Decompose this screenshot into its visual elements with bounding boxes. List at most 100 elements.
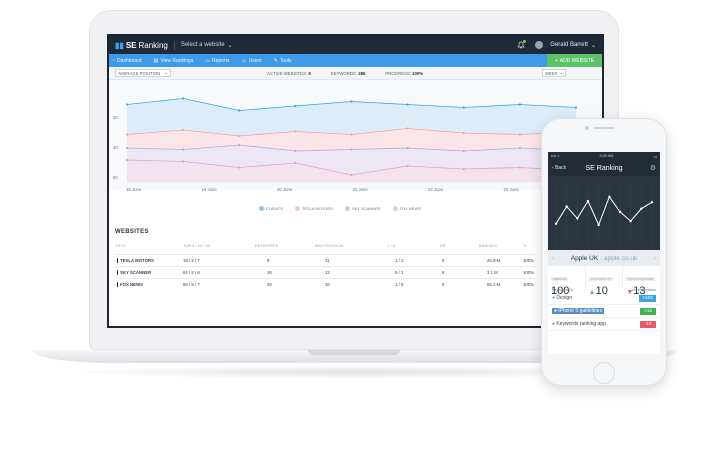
data-point[interactable] bbox=[406, 164, 409, 168]
gear-icon[interactable]: ⚙ bbox=[650, 164, 656, 172]
data-point[interactable] bbox=[462, 149, 465, 153]
logo[interactable]: ▮▮ SE Ranking bbox=[115, 41, 168, 50]
progress-label: PROGRESS: bbox=[385, 70, 411, 76]
top-positions: 19 / 2 / 7 bbox=[183, 258, 200, 263]
legend-item[interactable]: CLIENTS bbox=[259, 206, 283, 212]
plus-icon: + bbox=[554, 57, 558, 64]
table-row[interactable]: SKY SCANNER 84 / 2 / 6 26 12 5 / 1 8 3.1 M 100% bbox=[115, 266, 535, 277]
website-selector[interactable]: Select a website ⌄ bbox=[181, 42, 233, 49]
data-point[interactable] bbox=[518, 133, 521, 136]
data-point[interactable] bbox=[182, 97, 185, 100]
data-point[interactable] bbox=[125, 158, 129, 162]
nav-users[interactable]: ☺ Users bbox=[241, 58, 261, 64]
add-website-button[interactable]: + ADD WEBSITE bbox=[547, 54, 602, 67]
data-point[interactable] bbox=[462, 167, 465, 171]
data-point[interactable] bbox=[608, 195, 611, 198]
col-top: TOP 5 / 10 / 30 bbox=[183, 243, 210, 248]
nav-tools[interactable]: ✎ Tools bbox=[274, 58, 292, 64]
table-row[interactable]: TESLA MOTORS 19 / 2 / 7 9 11 1 / 2 8 25.9 M 100… bbox=[115, 254, 535, 265]
data-point[interactable] bbox=[406, 146, 409, 150]
data-point[interactable] bbox=[518, 146, 521, 150]
data-point[interactable] bbox=[586, 199, 590, 203]
x-tick-label: 23 June bbox=[503, 187, 519, 192]
phone-series-line bbox=[555, 195, 653, 227]
data-point[interactable] bbox=[518, 166, 521, 169]
bullet-icon: ● bbox=[552, 295, 556, 301]
metric-select[interactable]: AVERAGE POSITION ⌄ bbox=[115, 69, 171, 77]
data-point[interactable] bbox=[554, 222, 558, 225]
data-point[interactable] bbox=[576, 217, 579, 220]
data-point[interactable] bbox=[350, 173, 353, 177]
data-point[interactable] bbox=[618, 210, 622, 214]
add-website-label: ADD WEBSITE bbox=[559, 57, 595, 64]
nav-reports[interactable]: ▭ Reports bbox=[205, 58, 229, 64]
data-point[interactable] bbox=[294, 149, 297, 153]
phone-chart-svg bbox=[554, 182, 654, 244]
nav-dashboard[interactable]: ◔ Dashboard bbox=[112, 58, 142, 64]
data-point[interactable] bbox=[238, 143, 241, 147]
data-point[interactable] bbox=[406, 127, 409, 130]
user-name: Gerald Barrett bbox=[550, 42, 588, 48]
data-point[interactable] bbox=[238, 166, 241, 169]
legend-item[interactable]: TESLA MOTORS bbox=[294, 206, 333, 212]
data-point[interactable] bbox=[462, 106, 465, 109]
data-point[interactable] bbox=[350, 133, 353, 136]
keyword-label: Keywords ranking app bbox=[556, 321, 606, 327]
avg-position: 10 bbox=[325, 282, 330, 287]
legend-label: CLIENTS bbox=[266, 206, 283, 211]
col-title: TITLE bbox=[115, 243, 126, 248]
home-button[interactable] bbox=[593, 362, 615, 384]
metric-up: POSITIONS UP ▲10 bbox=[586, 266, 624, 297]
data-point[interactable] bbox=[182, 128, 185, 132]
data-point[interactable] bbox=[238, 134, 241, 138]
data-point[interactable] bbox=[640, 207, 643, 210]
logo-prefix: SE bbox=[125, 40, 137, 50]
page-rank: 8 bbox=[442, 282, 445, 287]
keyword-row[interactable]: ● iPhone 5 guidelines +12 bbox=[548, 305, 660, 318]
data-point[interactable] bbox=[350, 100, 353, 103]
data-point[interactable] bbox=[182, 148, 185, 151]
data-point[interactable] bbox=[125, 133, 129, 136]
col-pct: % bbox=[523, 243, 527, 248]
data-point[interactable] bbox=[462, 131, 465, 135]
data-point[interactable] bbox=[565, 205, 568, 208]
table-row[interactable]: FOX NEWS 55 / 5 / 7 26 10 1 / 9 8 55.2 M 100% bbox=[115, 278, 535, 289]
col-avg-position: AVG POSITION bbox=[315, 243, 344, 248]
data-point[interactable] bbox=[125, 146, 129, 150]
bullet-icon: ● bbox=[552, 321, 556, 327]
legend-label: FOX NEWS bbox=[399, 206, 421, 211]
keyword-label-wrap: ● Design bbox=[552, 295, 572, 301]
data-point[interactable] bbox=[597, 223, 600, 227]
data-point[interactable] bbox=[125, 103, 129, 106]
keyword-row[interactable]: ● Keywords ranking app -14 bbox=[548, 318, 660, 331]
data-point[interactable] bbox=[406, 103, 409, 106]
period-select[interactable]: WEEK ⌄ bbox=[542, 69, 566, 77]
data-point[interactable] bbox=[238, 109, 241, 112]
nav-view-rankings[interactable]: ▤ View Rankings bbox=[154, 58, 194, 64]
legend-item[interactable]: SKY SCANNER bbox=[344, 206, 381, 212]
metric-select-value: AVERAGE POSITION bbox=[118, 70, 161, 76]
x-tick-label: 19 June bbox=[201, 187, 217, 192]
data-point[interactable] bbox=[650, 201, 654, 204]
divider bbox=[173, 40, 175, 50]
data-point[interactable] bbox=[294, 130, 297, 133]
legend-item[interactable]: FOX NEWS bbox=[392, 206, 421, 212]
y-tick-label: 40 bbox=[113, 145, 118, 150]
data-point[interactable] bbox=[518, 103, 521, 106]
data-point[interactable] bbox=[629, 219, 632, 223]
indexed-pages: 3.1 M bbox=[487, 270, 498, 275]
data-point[interactable] bbox=[294, 104, 297, 108]
bell-icon[interactable] bbox=[517, 40, 527, 49]
phone-site-row[interactable]: ‹ Apple UK - apple.co.uk › bbox=[548, 250, 660, 266]
user-menu[interactable]: Gerald Barrett ⌄ bbox=[535, 41, 596, 49]
data-point[interactable] bbox=[574, 106, 578, 109]
websites-heading: WEBSITES bbox=[115, 229, 149, 235]
metric-label: POSITIONS UP bbox=[588, 277, 613, 281]
data-point[interactable] bbox=[182, 160, 185, 163]
site-name: SKY SCANNER bbox=[117, 270, 151, 275]
data-point[interactable] bbox=[350, 148, 353, 151]
reports-icon: ▭ bbox=[205, 57, 210, 64]
keyword-label: Design bbox=[556, 295, 572, 301]
legend-label: TESLA MOTORS bbox=[301, 206, 333, 211]
data-point[interactable] bbox=[294, 161, 297, 165]
